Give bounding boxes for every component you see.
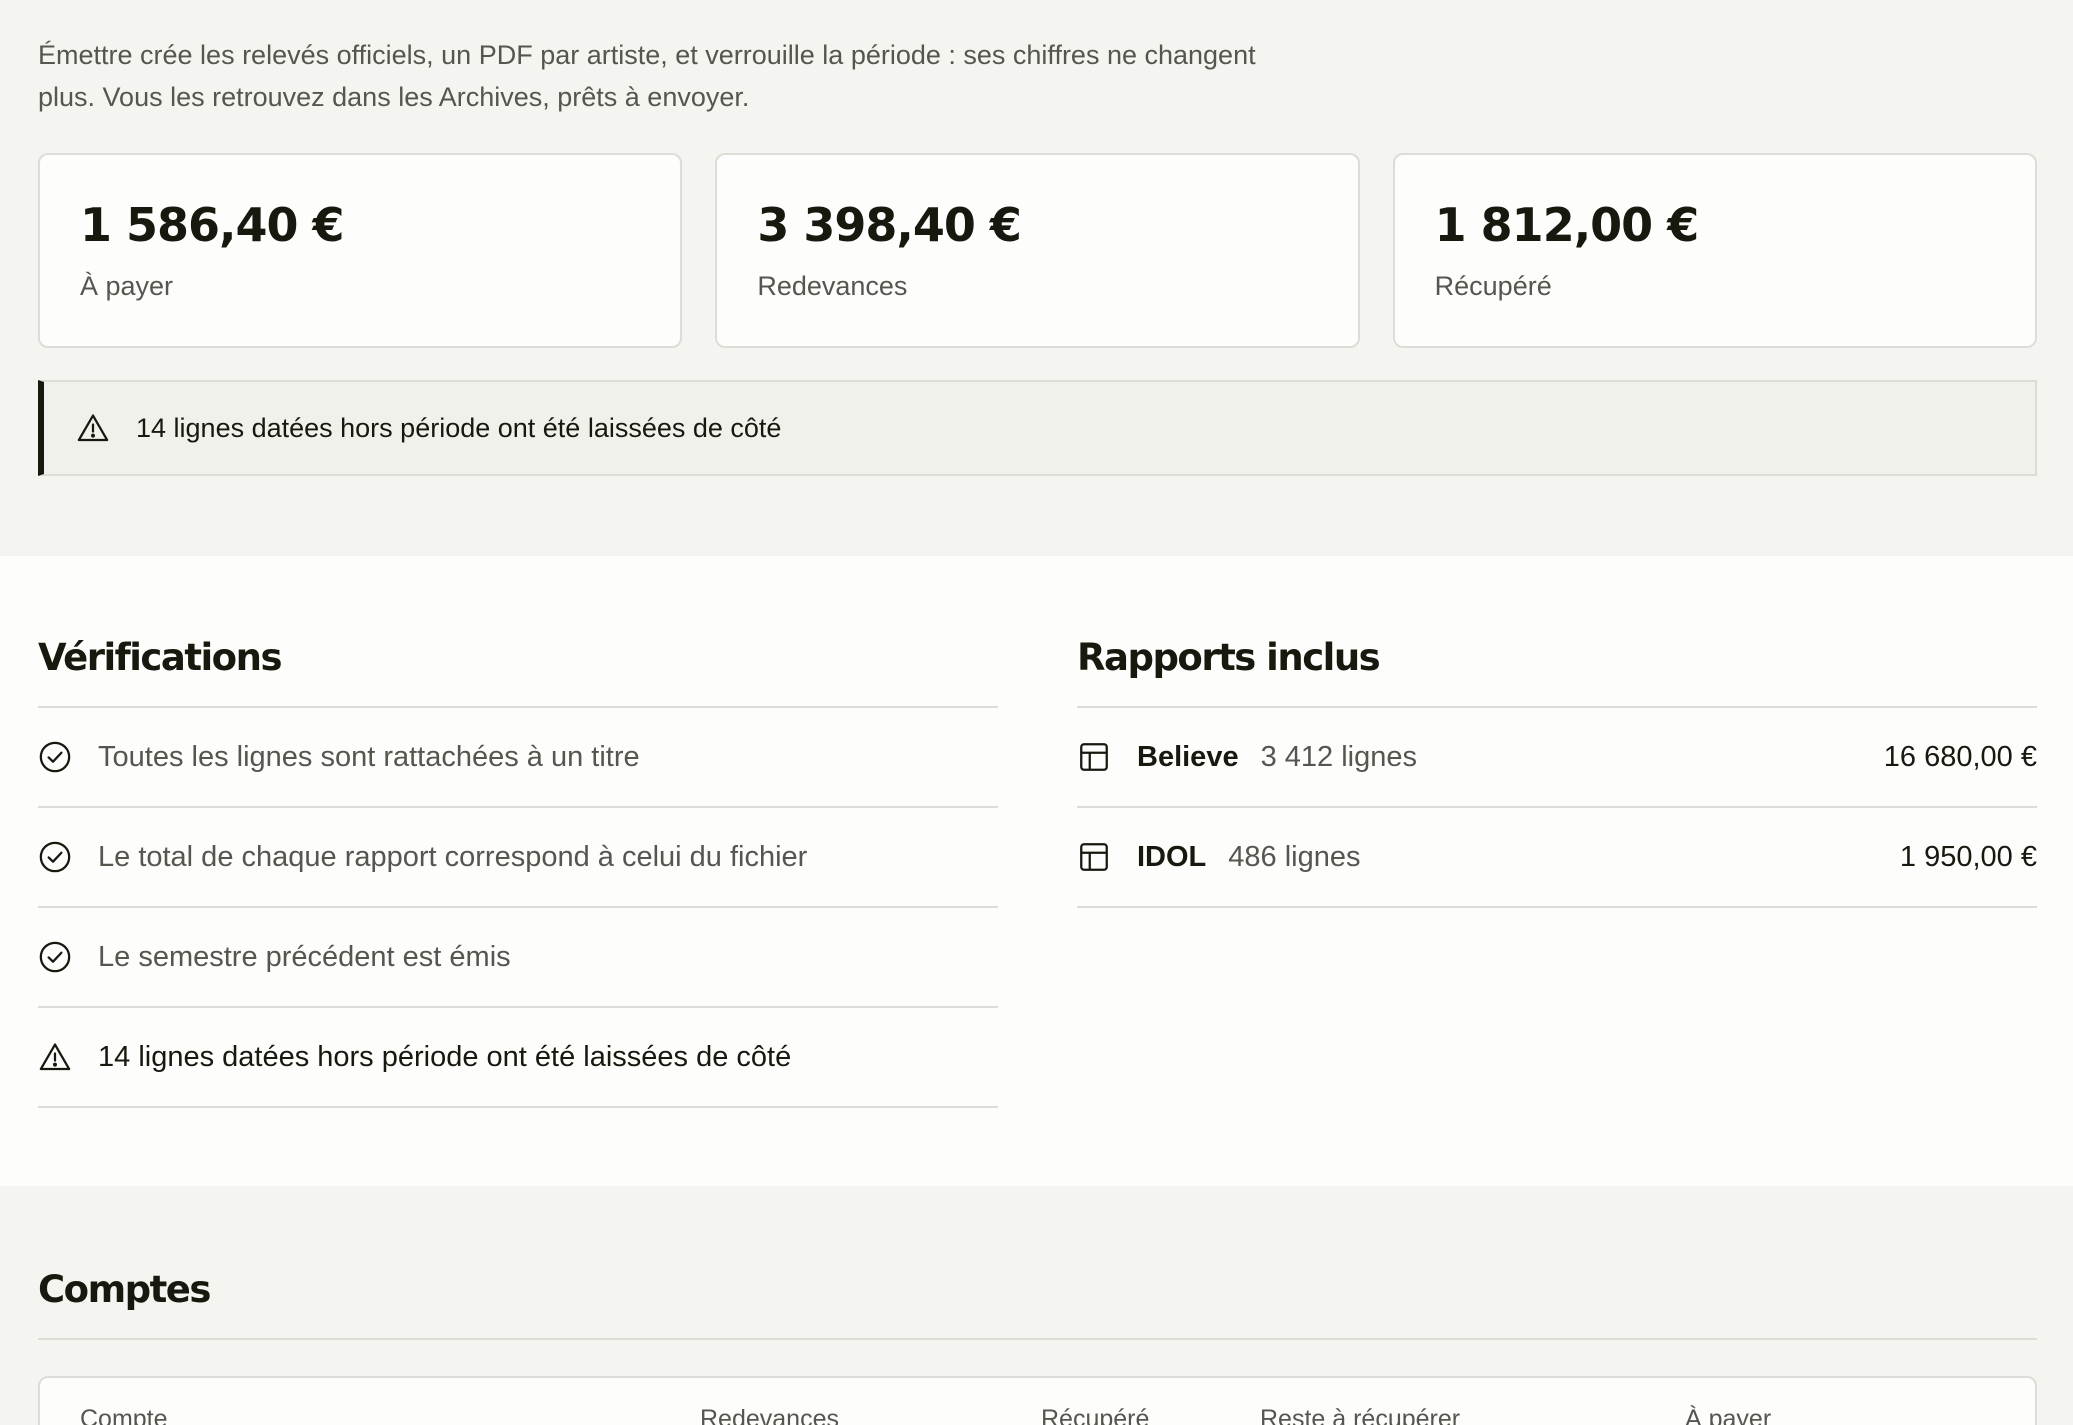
check-circle-icon <box>39 841 71 873</box>
card-amount: 1 812,00 € <box>1434 198 1700 252</box>
summary-card-royalties: 3 398,40 € Redevances <box>715 153 1360 348</box>
card-label: Redevances <box>757 271 908 301</box>
warning-triangle-icon <box>77 414 109 442</box>
out-of-period-alert: 14 lignes datées hors période ont été la… <box>38 380 2037 476</box>
accounts-table: Compte Redevances Récupéré Reste à récup… <box>38 1376 2037 1425</box>
alert-text: 14 lignes datées hors période ont été la… <box>136 412 782 443</box>
card-amount: 1 586,40 € <box>80 198 345 252</box>
card-label: Récupéré <box>1434 271 1552 301</box>
report-row[interactable]: IDOL 486 lignes 1 950,00 € <box>1077 808 2037 908</box>
report-amount: 1 950,00 € <box>1899 840 2037 873</box>
card-amount: 3 398,40 € <box>757 198 1022 252</box>
column-header-to-pay[interactable]: À payer <box>1685 1405 1771 1425</box>
verification-text: Toutes les lignes sont rattachées à un t… <box>98 740 640 773</box>
table-icon <box>1080 843 1108 871</box>
accounts-section: Comptes <box>38 1186 2037 1340</box>
verification-text: Le total de chaque rapport correspond à … <box>98 840 808 873</box>
column-header-recouped[interactable]: Récupéré <box>1041 1405 1149 1425</box>
report-name: IDOL <box>1137 840 1207 873</box>
verification-item: Le total de chaque rapport correspond à … <box>38 808 998 908</box>
summary-card-to-pay: 1 586,40 € À payer <box>38 153 683 348</box>
verification-text: Le semestre précédent est émis <box>98 940 511 973</box>
divider <box>38 1338 2037 1340</box>
intro-line-1: Émettre crée les relevés officiels, un P… <box>38 40 1256 70</box>
verification-item-warning: 14 lignes datées hors période ont été la… <box>38 1008 998 1108</box>
check-circle-icon <box>39 941 71 973</box>
column-header-royalties[interactable]: Redevances <box>700 1405 839 1425</box>
warning-triangle-icon <box>39 1043 71 1071</box>
verifications-title: Vérifications <box>38 636 282 679</box>
table-icon <box>1080 743 1108 771</box>
intro-line-2: plus. Vous les retrouvez dans les Archiv… <box>38 82 750 112</box>
verifications-panel: Vérifications Toutes les lignes sont rat… <box>38 556 998 1108</box>
summary-card-recouped: 1 812,00 € Récupéré <box>1392 153 2037 348</box>
verification-item: Toutes les lignes sont rattachées à un t… <box>38 708 998 808</box>
intro-text: Émettre crée les relevés officiels, un P… <box>38 34 1358 118</box>
column-header-remaining[interactable]: Reste à récupérer <box>1260 1405 1460 1425</box>
checks-and-reports-section: Vérifications Toutes les lignes sont rat… <box>0 556 2073 1186</box>
report-row[interactable]: Believe 3 412 lignes 16 680,00 € <box>1077 708 2037 808</box>
report-line-count: 486 lignes <box>1228 840 1361 873</box>
verification-text: 14 lignes datées hors période ont été la… <box>98 1040 792 1073</box>
card-label: À payer <box>80 271 174 301</box>
check-circle-icon <box>39 741 71 773</box>
verification-item: Le semestre précédent est émis <box>38 908 998 1008</box>
accounts-title: Comptes <box>38 1268 211 1311</box>
summary-cards: 1 586,40 € À payer 3 398,40 € Redevances… <box>38 153 2037 348</box>
statement-issue-page: Émettre crée les relevés officiels, un P… <box>0 0 2073 1425</box>
report-line-count: 3 412 lignes <box>1260 740 1417 773</box>
reports-panel: Rapports inclus Believe 3 412 lignes 16 … <box>1077 556 2037 908</box>
report-amount: 16 680,00 € <box>1883 740 2037 773</box>
reports-title: Rapports inclus <box>1077 636 1381 679</box>
report-name: Believe <box>1137 740 1239 773</box>
column-header-account[interactable]: Compte <box>80 1405 168 1425</box>
